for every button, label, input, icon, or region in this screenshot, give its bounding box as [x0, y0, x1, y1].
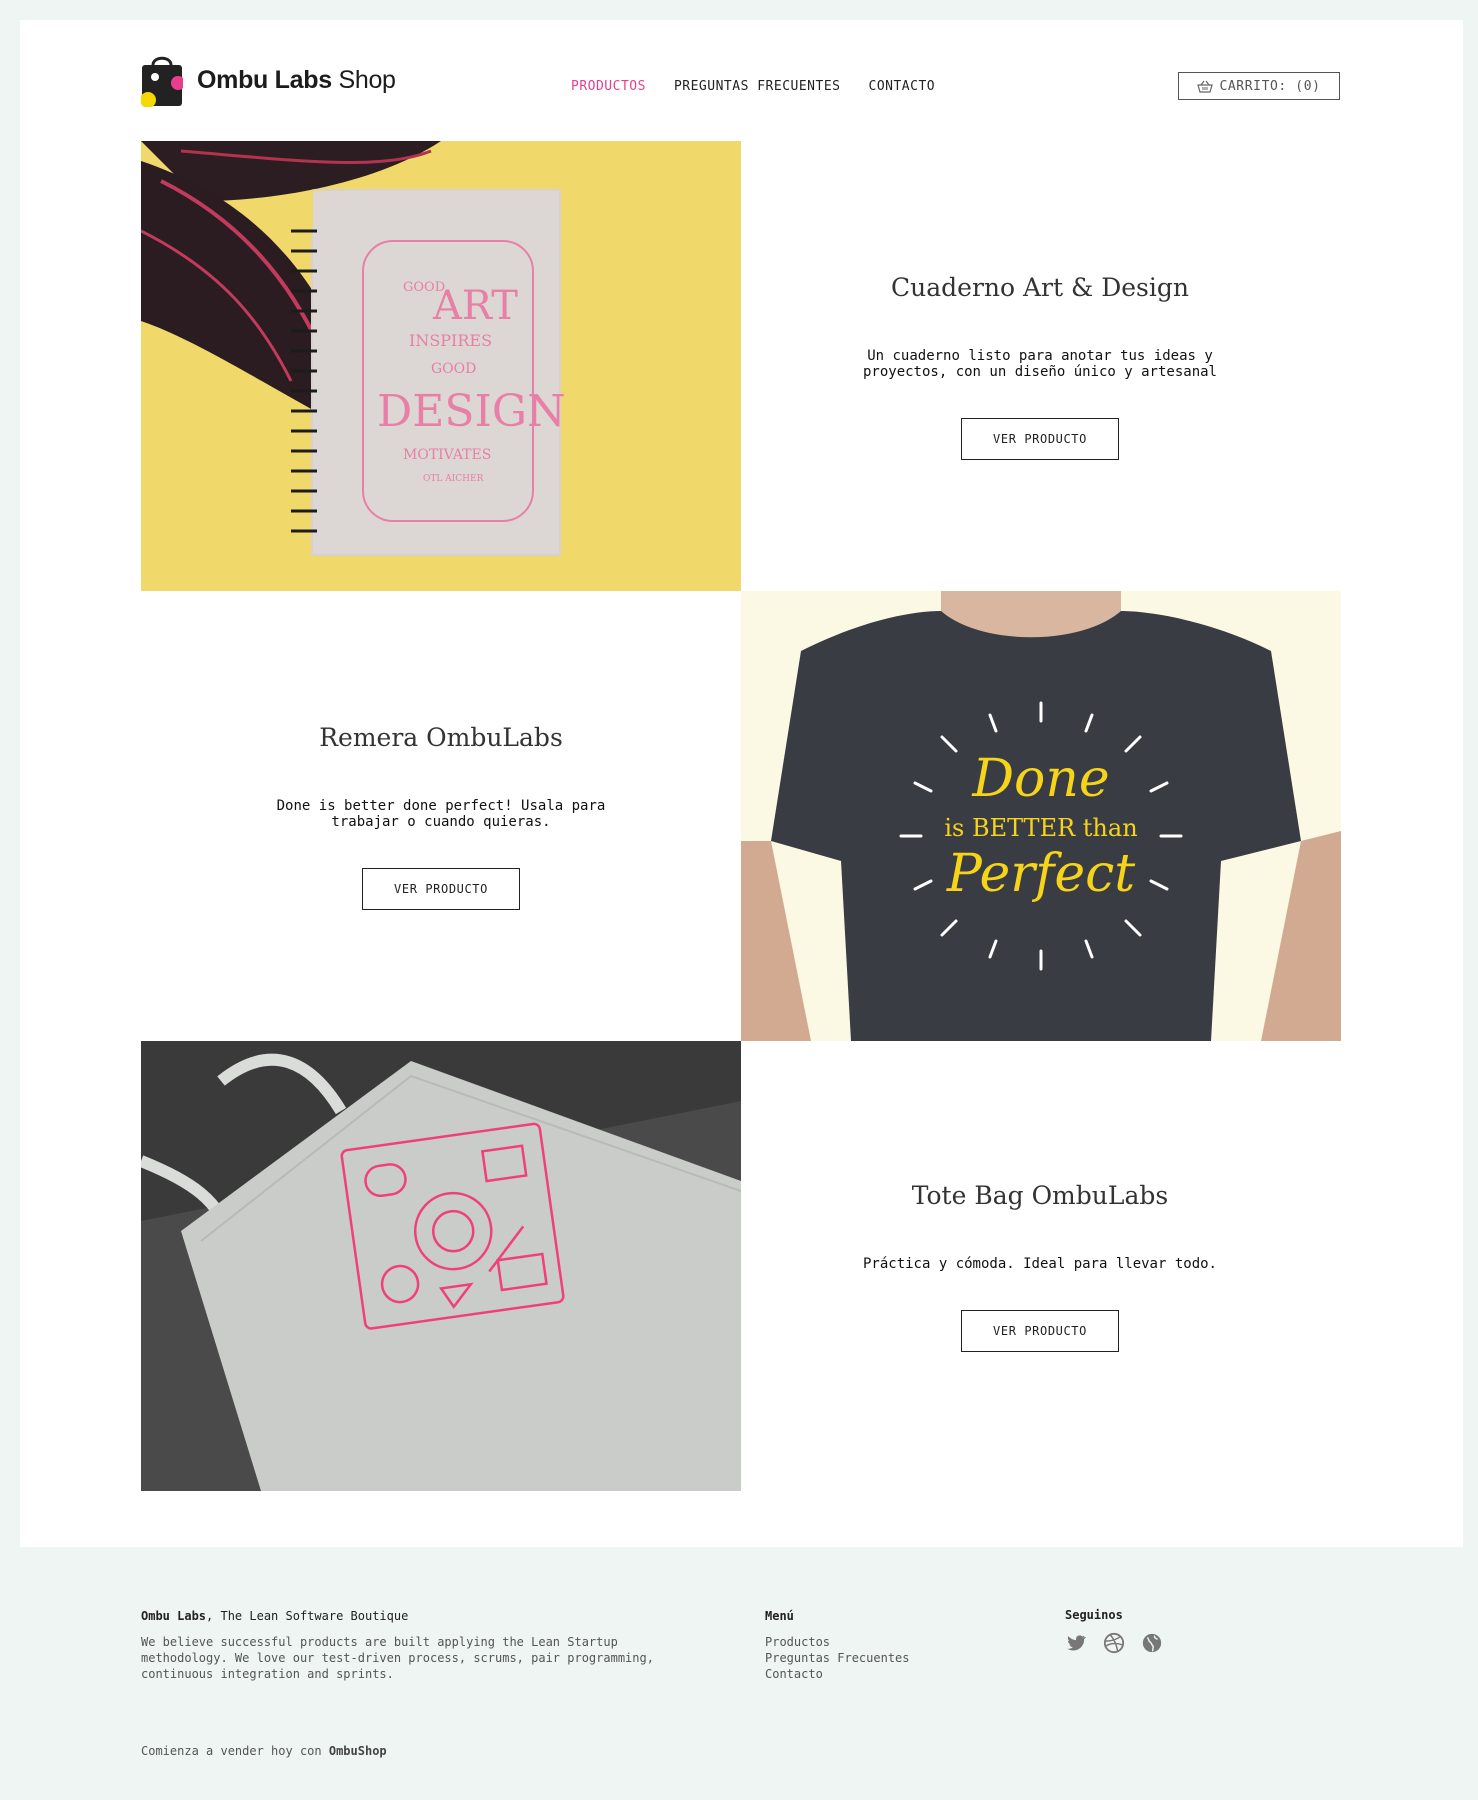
- footer-bottom: Comienza a vender hoy con OmbuShop: [141, 1744, 387, 1758]
- tshirt-line-better: is BETTER than: [944, 814, 1137, 842]
- footer-tagline: , The Lean Software Boutique: [206, 1609, 409, 1623]
- main-nav: PRODUCTOS PREGUNTAS FRECUENTES CONTACTO: [571, 79, 935, 94]
- dribbble-icon[interactable]: [1103, 1632, 1125, 1654]
- notebook-line-inspires: INSPIRES: [409, 331, 492, 350]
- footer-link-contacto[interactable]: Contacto: [765, 1666, 910, 1682]
- ver-producto-button[interactable]: VER PRODUCTO: [362, 867, 520, 910]
- notebook-line-art: ART: [432, 283, 518, 329]
- notebook-line-good-2: GOOD: [431, 361, 476, 377]
- footer-social: Seguinos: [1065, 1608, 1163, 1654]
- brand-logo[interactable]: Ombu Labs Shop: [141, 53, 396, 107]
- tshirt-line-done: Done: [971, 749, 1109, 809]
- product-info-remera: Remera OmbuLabs Done is better done perf…: [141, 591, 741, 1041]
- notebook-illustration: GOOD ART INSPIRES GOOD DESIGN MOTIVATES …: [141, 141, 741, 591]
- product-image-notebook[interactable]: GOOD ART INSPIRES GOOD DESIGN MOTIVATES …: [141, 141, 741, 591]
- product-title: Cuaderno Art & Design: [891, 272, 1189, 302]
- product-description: Done is better done perfect! Usala para …: [276, 797, 606, 830]
- footer-link-productos[interactable]: Productos: [765, 1634, 910, 1650]
- footer-social-title: Seguinos: [1065, 1608, 1123, 1622]
- shopping-bag-icon: [141, 56, 183, 107]
- brand-name: Ombu Labs Shop: [197, 66, 396, 95]
- footer-menu-title: Menú: [765, 1609, 794, 1623]
- tote-illustration: [141, 1041, 741, 1491]
- product-description: Práctica y cómoda. Ideal para llevar tod…: [862, 1255, 1217, 1272]
- footer-link-preguntas[interactable]: Preguntas Frecuentes: [765, 1650, 910, 1666]
- tshirt-illustration: Done is BETTER than Perfect: [741, 591, 1341, 1041]
- product-description: Un cuaderno listo para anotar tus ideas …: [862, 347, 1217, 380]
- product-info-notebook: Cuaderno Art & Design Un cuaderno listo …: [740, 141, 1340, 591]
- basket-icon: [1197, 80, 1214, 93]
- footer-about: Ombu Labs, The Lean Software Boutique We…: [141, 1608, 701, 1682]
- footer-about-text: We believe successful products are built…: [141, 1635, 654, 1681]
- notebook-line-motivates: MOTIVATES: [403, 447, 491, 463]
- product-image-remera[interactable]: Done is BETTER than Perfect: [741, 591, 1341, 1041]
- footer-menu: Menú Productos Preguntas Frecuentes Cont…: [765, 1608, 910, 1682]
- page-card: Ombu Labs Shop PRODUCTOS PREGUNTAS FRECU…: [20, 20, 1463, 1547]
- nav-contacto[interactable]: CONTACTO: [869, 79, 936, 94]
- product-title: Remera OmbuLabs: [319, 722, 563, 752]
- cart-button[interactable]: CARRITO: (0): [1178, 72, 1340, 100]
- brand-name-light: Shop: [338, 65, 396, 94]
- footer-company: Ombu Labs: [141, 1609, 207, 1623]
- product-info-tote: Tote Bag OmbuLabs Práctica y cómoda. Ide…: [740, 1041, 1340, 1491]
- nav-productos[interactable]: PRODUCTOS: [571, 79, 646, 94]
- footer-ombushop-link[interactable]: OmbuShop: [329, 1744, 387, 1758]
- tshirt-line-perfect: Perfect: [946, 844, 1135, 904]
- ver-producto-button[interactable]: VER PRODUCTO: [961, 417, 1119, 460]
- footer-bottom-prefix: Comienza a vender hoy con: [141, 1744, 329, 1758]
- product-title: Tote Bag OmbuLabs: [911, 1180, 1169, 1210]
- notebook-line-design: DESIGN: [377, 386, 566, 437]
- product-image-tote[interactable]: [141, 1041, 741, 1491]
- cart-label: CARRITO: (0): [1219, 78, 1321, 94]
- brand-name-bold: Ombu Labs: [197, 65, 332, 94]
- globe-icon[interactable]: [1141, 1632, 1163, 1654]
- nav-preguntas-frecuentes[interactable]: PREGUNTAS FRECUENTES: [674, 79, 841, 94]
- social-icons: [1065, 1632, 1163, 1654]
- footer-company-line: Ombu Labs, The Lean Software Boutique: [141, 1608, 701, 1624]
- notebook-line-author: OTL AICHER: [423, 474, 484, 484]
- ver-producto-button[interactable]: VER PRODUCTO: [961, 1309, 1119, 1352]
- twitter-icon[interactable]: [1065, 1632, 1087, 1654]
